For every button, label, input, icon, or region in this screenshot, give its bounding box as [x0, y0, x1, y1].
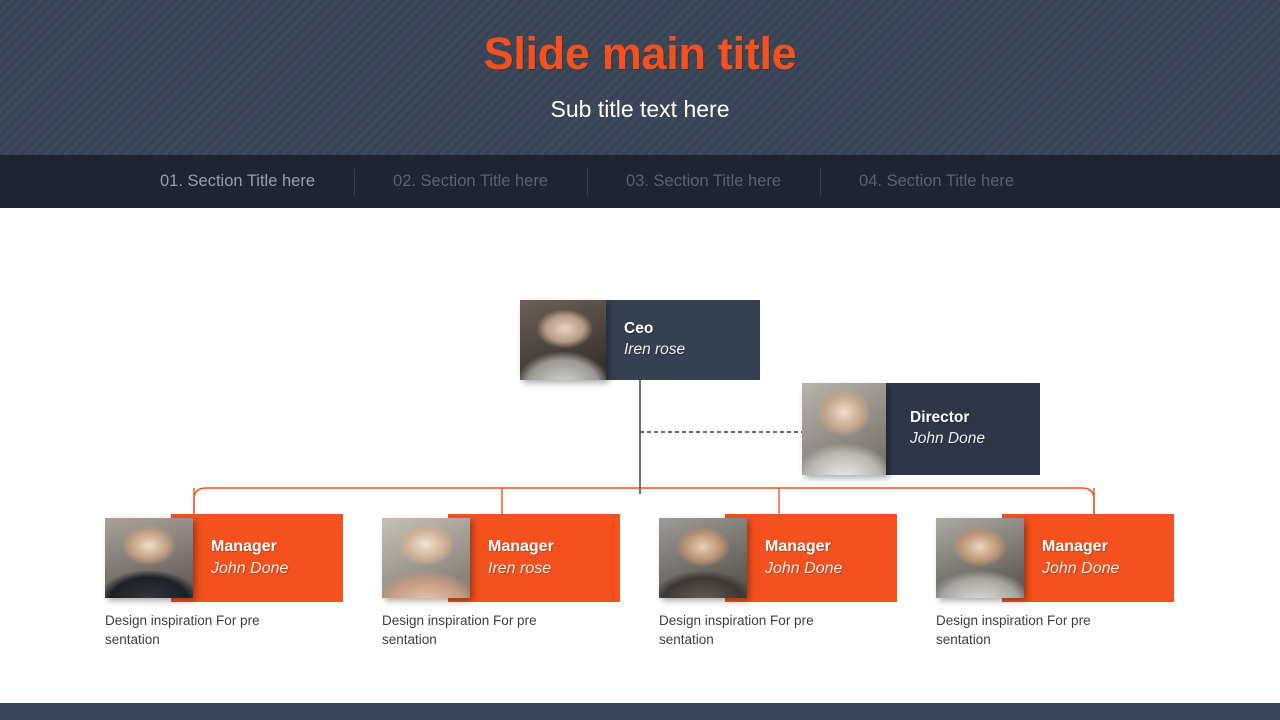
section-navbar: 01. Section Title here 02. Section Title… [0, 155, 1280, 208]
org-node-manager-4[interactable]: Manager John Done [936, 514, 1174, 602]
org-node-manager-3-name: John Done [765, 560, 843, 577]
org-node-manager-4-caption: Design inspiration For pre sentation [936, 613, 1091, 648]
avatar-manager-1 [105, 518, 193, 598]
org-node-manager-3-body: Manager John Done [725, 514, 897, 602]
nav-separator-2 [587, 168, 589, 195]
page-subtitle: Sub title text here [550, 96, 730, 122]
avatar-ceo [520, 300, 606, 380]
avatar-manager-4 [936, 518, 1024, 598]
org-node-manager-1-role: Manager [211, 538, 277, 556]
slide-footer-bar [0, 703, 1280, 720]
org-node-ceo-name: Iren rose [624, 341, 686, 358]
org-node-manager-3[interactable]: Manager John Done [659, 514, 897, 602]
org-node-ceo-role: Ceo [624, 320, 654, 338]
org-node-manager-2-caption: Design inspiration For pre sentation [382, 613, 537, 648]
org-node-director-role: Director [910, 409, 970, 427]
org-node-manager-2[interactable]: Manager Iren rose [382, 514, 620, 602]
nav-item-section-02[interactable]: 02. Section Title here [393, 172, 548, 191]
org-node-manager-4-name: John Done [1042, 560, 1120, 577]
org-node-director-name: John Done [910, 430, 985, 447]
nav-separator-1 [354, 168, 356, 195]
nav-item-section-03[interactable]: 03. Section Title here [626, 172, 781, 191]
org-node-manager-1[interactable]: Manager John Done [105, 514, 343, 602]
org-node-manager-4-role: Manager [1042, 538, 1108, 556]
slide-canvas: Slide main title Sub title text here 01.… [0, 0, 1280, 720]
org-node-manager-2-body: Manager Iren rose [448, 514, 620, 602]
slide-header: Slide main title Sub title text here [0, 0, 1280, 155]
org-node-ceo[interactable]: Ceo Iren rose [520, 300, 760, 380]
page-title: Slide main title [483, 28, 797, 79]
org-node-manager-1-name: John Done [211, 560, 289, 577]
org-node-manager-2-name: Iren rose [488, 560, 552, 577]
nav-item-section-01[interactable]: 01. Section Title here [160, 172, 315, 191]
org-node-manager-3-caption: Design inspiration For pre sentation [659, 613, 814, 648]
org-node-director-body: Director John Done [886, 383, 1040, 475]
org-node-director[interactable]: Director John Done [802, 383, 1040, 475]
org-node-manager-2-role: Manager [488, 538, 554, 556]
avatar-director [802, 383, 886, 475]
nav-separator-3 [820, 168, 822, 195]
org-node-manager-1-body: Manager John Done [171, 514, 343, 602]
org-node-ceo-body: Ceo Iren rose [606, 300, 760, 380]
org-node-manager-1-caption: Design inspiration For pre sentation [105, 613, 260, 648]
avatar-manager-3 [659, 518, 747, 598]
nav-item-section-04[interactable]: 04. Section Title here [859, 172, 1014, 191]
org-node-manager-3-role: Manager [765, 538, 831, 556]
avatar-manager-2 [382, 518, 470, 598]
org-node-manager-4-body: Manager John Done [1002, 514, 1174, 602]
